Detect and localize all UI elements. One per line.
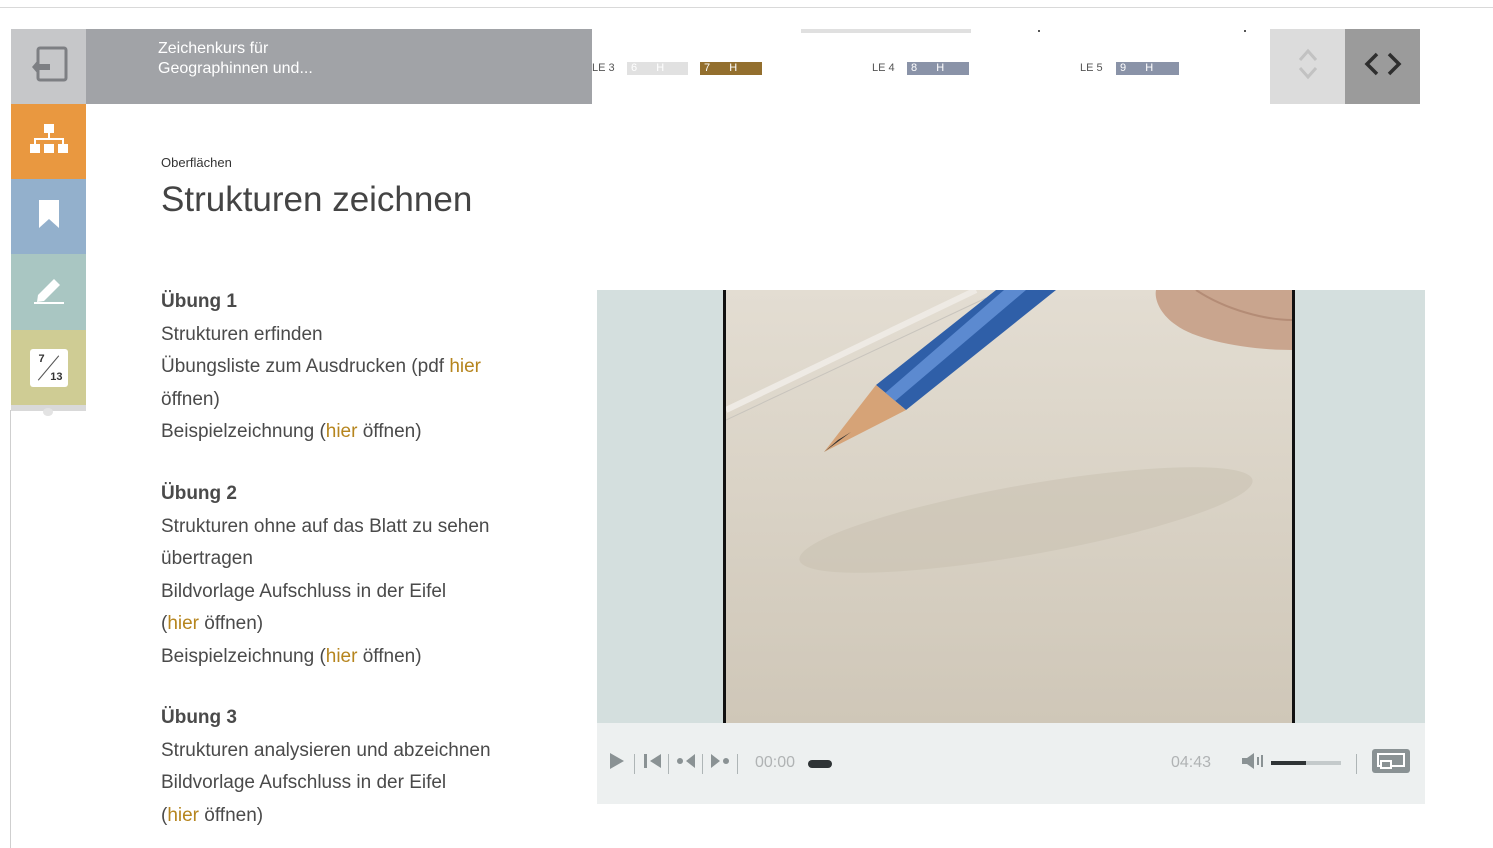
example-link[interactable]: hier bbox=[326, 421, 358, 442]
exercise-text: übertragen bbox=[161, 548, 253, 569]
hour-unit: H bbox=[729, 62, 738, 74]
pencil-icon bbox=[32, 275, 66, 310]
separator bbox=[702, 754, 703, 774]
hour-number: 8 bbox=[911, 62, 918, 74]
timeline-hour-6[interactable]: 6 H bbox=[627, 62, 688, 75]
breadcrumb: Oberflächen bbox=[161, 155, 232, 170]
window-left-border bbox=[10, 410, 11, 848]
exercise-text: öffnen) bbox=[161, 388, 220, 410]
exercise-text: Beispielzeichnung (hier öffnen) bbox=[161, 416, 561, 449]
hour-number: 7 bbox=[704, 62, 711, 74]
timeline-le3-label[interactable]: LE 3 bbox=[592, 62, 615, 74]
volume-level bbox=[1271, 761, 1306, 765]
timeline-hour-9[interactable]: 9 H bbox=[1116, 62, 1179, 75]
volume-icon bbox=[1241, 752, 1265, 775]
exercise-1: Übung 1 Strukturen erfinden Übungsliste … bbox=[161, 286, 561, 449]
skip-back-button[interactable] bbox=[643, 723, 663, 804]
separator bbox=[1356, 754, 1357, 774]
exercise-heading: Übung 1 bbox=[161, 291, 237, 312]
exercise-text: Bildvorlage Aufschluss in der Eifel bbox=[161, 580, 447, 602]
page-total: 13 bbox=[50, 370, 63, 383]
exercise-heading: Übung 3 bbox=[161, 707, 237, 728]
text: öffnen) bbox=[199, 804, 264, 826]
fullscreen-icon bbox=[1372, 749, 1410, 778]
separator bbox=[634, 754, 635, 774]
mute-button[interactable] bbox=[1241, 723, 1265, 804]
text: Beispielzeichnung ( bbox=[161, 421, 326, 442]
page-counter-button[interactable]: 7 13 bbox=[11, 330, 86, 405]
page-title: Strukturen zeichnen bbox=[161, 180, 473, 219]
pencil-drawing-image bbox=[724, 290, 1293, 723]
exercise-text: Beispielzeichnung (hier öffnen) bbox=[161, 641, 561, 674]
rewind-icon bbox=[676, 752, 696, 775]
seek-handle[interactable] bbox=[808, 760, 832, 768]
text: öffnen) bbox=[357, 421, 422, 442]
example-link[interactable]: hier bbox=[326, 646, 358, 667]
exercise-text: (hier öffnen) bbox=[161, 800, 561, 833]
text: Übungsliste zum Ausdrucken (pdf bbox=[161, 356, 450, 377]
exercise-text: Strukturen analysieren und abzeichnen bbox=[161, 739, 491, 761]
back-icon bbox=[28, 45, 70, 88]
pdf-link[interactable]: hier bbox=[449, 356, 481, 377]
sitemap-icon bbox=[28, 122, 70, 161]
volume-slider[interactable] bbox=[1271, 761, 1341, 765]
skip-back-icon bbox=[643, 752, 663, 775]
play-button[interactable] bbox=[609, 723, 625, 804]
exercise-2: Übung 2 Strukturen ohne auf das Blatt zu… bbox=[161, 478, 561, 673]
page-counter-icon: 7 13 bbox=[29, 348, 68, 387]
timeline-hour-7[interactable]: 7 H bbox=[700, 62, 762, 75]
course-title-bar[interactable]: Zeichenkurs für Geographinnen und... bbox=[86, 29, 592, 104]
exercise-text: Bildvorlage Aufschluss in der Eifel bbox=[161, 772, 447, 793]
rewind-button[interactable] bbox=[676, 723, 696, 804]
text: öffnen) bbox=[199, 613, 264, 634]
exercise-text: (hier öffnen) bbox=[161, 608, 561, 641]
hour-number: 6 bbox=[631, 62, 638, 74]
navigation-arrows-button[interactable] bbox=[1345, 29, 1420, 104]
chevron-left-right-icon bbox=[1363, 51, 1403, 82]
course-title-line2: Geographinnen und... bbox=[158, 60, 313, 77]
scroll-toggle-button[interactable] bbox=[1270, 29, 1345, 104]
course-title-line1: Zeichenkurs für bbox=[158, 40, 269, 57]
exercise-text: Strukturen erfinden bbox=[161, 323, 323, 345]
hour-number: 9 bbox=[1120, 62, 1127, 74]
timeline-dot bbox=[1244, 30, 1246, 32]
timeline-le4-label[interactable]: LE 4 bbox=[872, 62, 895, 74]
separator bbox=[737, 754, 738, 774]
fullscreen-button[interactable] bbox=[1372, 723, 1410, 804]
play-icon bbox=[609, 752, 625, 775]
window-top-border bbox=[0, 7, 1493, 8]
back-button[interactable] bbox=[11, 29, 86, 104]
hour-unit: H bbox=[936, 62, 945, 74]
image-link[interactable]: hier bbox=[167, 613, 199, 634]
exercise-text: Übungsliste zum Ausdrucken (pdf hier bbox=[161, 351, 561, 384]
video-controls: 00:00 04:43 bbox=[597, 723, 1425, 804]
hour-unit: H bbox=[1145, 62, 1154, 74]
structure-button[interactable] bbox=[11, 104, 86, 179]
current-time: 00:00 bbox=[755, 754, 796, 771]
image-link[interactable]: hier bbox=[167, 805, 199, 826]
text: öffnen) bbox=[357, 645, 422, 667]
text: Beispielzeichnung ( bbox=[161, 645, 326, 667]
bookmark-button[interactable] bbox=[11, 179, 86, 254]
video-frame[interactable] bbox=[723, 290, 1295, 723]
timeline-progress-line bbox=[801, 29, 971, 33]
exercise-3: Übung 3 Strukturen analysieren und abzei… bbox=[161, 702, 561, 832]
hour-unit: H bbox=[656, 62, 665, 74]
separator bbox=[668, 754, 669, 774]
fast-forward-icon bbox=[710, 752, 730, 775]
forward-button[interactable] bbox=[710, 723, 730, 804]
exercise-text: Strukturen ohne auf das Blatt zu sehen bbox=[161, 515, 490, 537]
timeline-dot bbox=[1038, 30, 1040, 32]
video-player[interactable] bbox=[597, 290, 1425, 723]
timeline-le5-label[interactable]: LE 5 bbox=[1080, 62, 1103, 74]
duration: 04:43 bbox=[1171, 754, 1212, 771]
sidebar-scroll-dot[interactable] bbox=[43, 408, 53, 416]
bookmark-icon bbox=[36, 198, 62, 235]
page-current: 7 bbox=[38, 352, 45, 365]
notes-button[interactable] bbox=[11, 254, 86, 330]
timeline-hour-8[interactable]: 8 H bbox=[907, 62, 969, 75]
chevron-updown-icon bbox=[1296, 46, 1320, 87]
exercise-heading: Übung 2 bbox=[161, 483, 237, 504]
